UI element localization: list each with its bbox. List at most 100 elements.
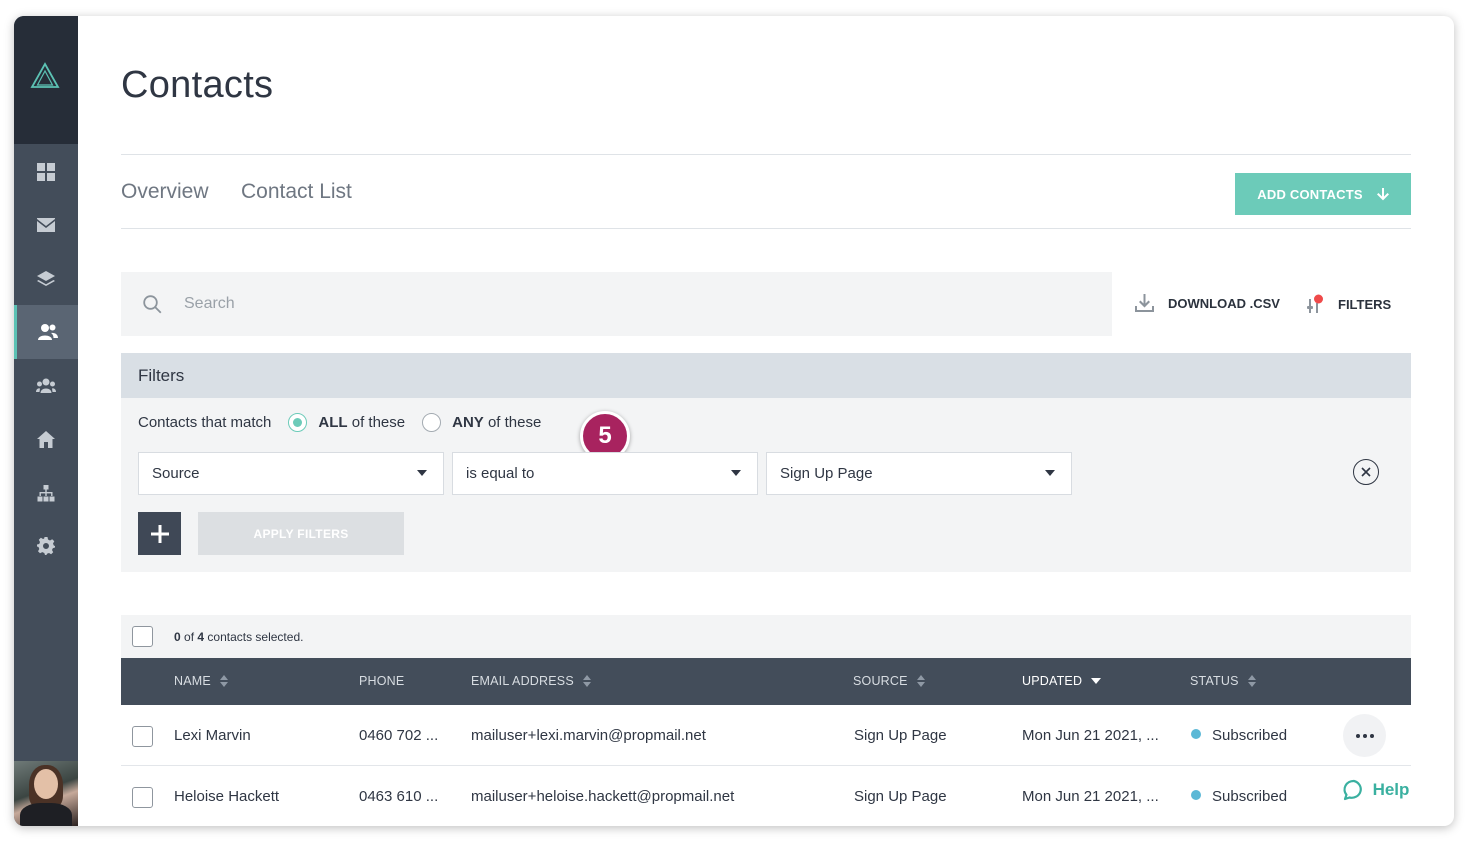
download-icon bbox=[1135, 294, 1154, 312]
sidebar-item-groups[interactable] bbox=[14, 359, 78, 413]
contact-email: mailuser+heloise.hackett@propmail.net bbox=[471, 788, 735, 805]
contact-name[interactable]: Lexi Marvin bbox=[174, 727, 251, 744]
contact-name[interactable]: Heloise Hackett bbox=[174, 788, 279, 805]
column-label: EMAIL ADDRESS bbox=[471, 674, 574, 688]
add-filter-button[interactable] bbox=[138, 512, 181, 555]
column-header-status[interactable]: STATUS bbox=[1190, 674, 1256, 688]
column-label: NAME bbox=[174, 674, 211, 688]
table-row[interactable]: Lexi Marvin 0460 702 ... mailuser+lexi.m… bbox=[121, 705, 1411, 766]
download-csv-button[interactable]: DOWNLOAD .CSV bbox=[1135, 294, 1280, 312]
contact-updated: Mon Jun 21 2021, ... bbox=[1022, 788, 1159, 805]
filter-operator-value: is equal to bbox=[466, 465, 535, 482]
sort-icon bbox=[219, 675, 228, 687]
caret-down-icon bbox=[417, 470, 427, 476]
sidebar-item-dashboard[interactable] bbox=[14, 145, 78, 199]
match-mode-row: Contacts that match ALL of these ANY of … bbox=[138, 413, 541, 432]
sidebar-item-contacts[interactable] bbox=[14, 305, 78, 359]
column-header-source[interactable]: SOURCE bbox=[853, 674, 925, 688]
mail-icon bbox=[37, 218, 55, 232]
column-label: SOURCE bbox=[853, 674, 908, 688]
selection-bar: 0 of 4 contacts selected. bbox=[121, 615, 1411, 658]
sidebar-item-home[interactable] bbox=[14, 412, 78, 466]
match-all-label[interactable]: ALL of these bbox=[318, 414, 405, 431]
search-bar bbox=[121, 272, 1112, 336]
filter-field-select[interactable]: Source bbox=[138, 452, 444, 495]
arrow-down-icon bbox=[1376, 187, 1389, 200]
contacts-icon bbox=[37, 324, 58, 340]
column-header-name[interactable]: NAME bbox=[174, 674, 228, 688]
filters-panel: Filters Contacts that match ALL of these… bbox=[121, 353, 1411, 572]
match-label: Contacts that match bbox=[138, 414, 272, 431]
contact-status: Subscribed bbox=[1191, 788, 1287, 805]
close-icon bbox=[1361, 467, 1371, 477]
match-all-bold: ALL bbox=[318, 414, 348, 431]
add-contacts-button[interactable]: ADD CONTACTS bbox=[1235, 173, 1411, 215]
selection-of: of bbox=[180, 629, 198, 644]
contact-updated: Mon Jun 21 2021, ... bbox=[1022, 727, 1159, 744]
sidebar-item-layers[interactable] bbox=[14, 252, 78, 306]
column-header-updated[interactable]: UPDATED bbox=[1022, 674, 1102, 688]
dashboard-icon bbox=[37, 163, 55, 181]
add-contacts-label: ADD CONTACTS bbox=[1257, 186, 1363, 202]
sidebar-item-settings[interactable] bbox=[14, 519, 78, 573]
chat-bubble-icon bbox=[1343, 779, 1362, 801]
tab-overview[interactable]: Overview bbox=[121, 180, 209, 204]
caret-down-icon bbox=[1045, 470, 1055, 476]
column-header-email[interactable]: EMAIL ADDRESS bbox=[471, 674, 591, 688]
help-button[interactable]: Help bbox=[1330, 768, 1422, 812]
match-all-radio[interactable] bbox=[288, 413, 308, 432]
search-icon bbox=[143, 294, 162, 313]
column-header-phone: PHONE bbox=[359, 674, 404, 688]
avatar[interactable] bbox=[14, 761, 78, 826]
logo-icon[interactable] bbox=[30, 62, 60, 90]
help-label: Help bbox=[1372, 780, 1410, 799]
filter-field-value: Source bbox=[152, 465, 200, 482]
select-all-checkbox[interactable] bbox=[132, 626, 153, 647]
match-any-bold: ANY bbox=[452, 414, 484, 431]
sort-icon bbox=[916, 675, 925, 687]
contact-source: Sign Up Page bbox=[854, 788, 947, 805]
sort-icon bbox=[1247, 675, 1256, 687]
main-content: Contacts Overview Contact List ADD CONTA… bbox=[78, 16, 1454, 826]
match-any-radio[interactable] bbox=[422, 413, 442, 432]
home-icon bbox=[37, 430, 55, 448]
selection-suffix: contacts selected. bbox=[204, 629, 304, 644]
app-window: Contacts Overview Contact List ADD CONTA… bbox=[14, 16, 1454, 826]
filter-value-select[interactable]: Sign Up Page bbox=[766, 452, 1072, 495]
status-label: Subscribed bbox=[1212, 788, 1288, 805]
contact-status: Subscribed bbox=[1191, 727, 1287, 744]
match-all-rest: of these bbox=[347, 414, 406, 431]
apply-filters-button[interactable]: APPLY FILTERS bbox=[198, 512, 404, 555]
filter-sliders-icon bbox=[1307, 294, 1323, 313]
row-checkbox[interactable] bbox=[132, 726, 153, 747]
table-row[interactable]: Heloise Hackett 0463 610 ... mailuser+he… bbox=[121, 766, 1411, 826]
download-csv-label: DOWNLOAD .CSV bbox=[1168, 295, 1280, 311]
sidebar-item-sitemap[interactable] bbox=[14, 466, 78, 520]
gear-icon bbox=[37, 537, 55, 555]
column-label: STATUS bbox=[1190, 674, 1239, 688]
page-title: Contacts bbox=[121, 64, 274, 106]
row-actions-button[interactable] bbox=[1343, 714, 1386, 757]
filter-operator-select[interactable]: is equal to bbox=[452, 452, 758, 495]
column-label: UPDATED bbox=[1022, 674, 1083, 688]
status-dot bbox=[1191, 790, 1201, 800]
caret-down-icon bbox=[731, 470, 741, 476]
filters-heading: Filters bbox=[121, 353, 1411, 398]
filters-toggle-label: FILTERS bbox=[1338, 296, 1392, 312]
filter-value-value: Sign Up Page bbox=[780, 465, 873, 482]
tab-contact-list[interactable]: Contact List bbox=[241, 180, 352, 204]
contact-phone: 0460 702 ... bbox=[359, 727, 439, 744]
search-input[interactable] bbox=[184, 295, 1034, 313]
contact-source: Sign Up Page bbox=[854, 727, 947, 744]
divider bbox=[121, 154, 1411, 155]
plus-icon bbox=[150, 524, 169, 543]
match-any-label[interactable]: ANY of these bbox=[452, 414, 541, 431]
sitemap-icon bbox=[37, 484, 55, 501]
sidebar-item-mail[interactable] bbox=[14, 198, 78, 252]
row-checkbox[interactable] bbox=[132, 787, 153, 808]
remove-filter-button[interactable] bbox=[1353, 459, 1379, 485]
sort-icon bbox=[582, 675, 591, 687]
groups-icon bbox=[36, 378, 56, 393]
status-dot bbox=[1191, 729, 1201, 739]
filters-toggle-button[interactable]: FILTERS bbox=[1306, 294, 1391, 314]
